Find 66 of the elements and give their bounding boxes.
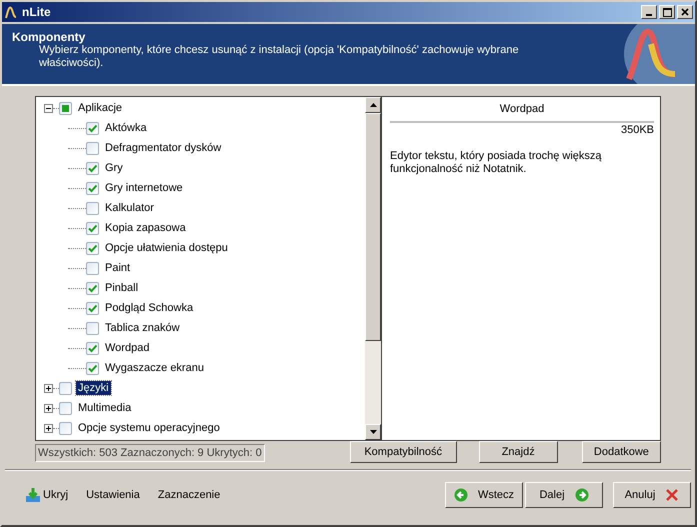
tree-item[interactable]: Defragmentator dysków [36,138,365,158]
nav-button[interactable]: Wstecz [445,482,523,508]
up-arrow-icon [370,103,376,107]
panel-button[interactable]: Znajdź [478,441,558,463]
tree-item[interactable]: Opcje systemu operacyjnego [36,418,365,438]
tree-item[interactable]: Aktówka [36,118,365,138]
expand-icon[interactable] [44,424,53,432]
expand-icon[interactable] [44,404,53,412]
header-title: Komponenty [12,30,86,44]
minimize-button[interactable] [641,5,657,19]
component-name: Wordpad [498,103,546,115]
tree-item[interactable]: Tablica znaków [36,318,365,338]
checkbox[interactable] [59,422,72,434]
checkbox[interactable] [86,122,99,134]
close-icon [665,488,680,502]
checkbox[interactable] [59,402,72,414]
tree-item[interactable]: Kalkulator [36,198,365,218]
checkbox[interactable] [86,182,99,194]
tree-item[interactable]: Wygaszacze ekranu [36,358,365,378]
tree-item[interactable]: Pinball [36,278,365,298]
tree-item[interactable]: Języki [36,378,365,398]
status-text: Wszystkich: 503 Zaznaczonych: 9 Ukrytych: 0 [35,444,265,462]
header-subtitle: Wybierz komponenty, które chcesz usunąć z instalacji (opcja 'Kompatybilność' zachowuje wybrane właściwości). [39,44,519,70]
checkbox[interactable] [86,202,99,214]
toolbar-link[interactable]: Ustawienia [86,487,140,503]
close-icon [681,8,689,16]
checkbox[interactable] [86,342,99,354]
scroll-down-button[interactable] [365,424,381,440]
checkbox[interactable] [86,282,99,294]
checkbox[interactable] [86,142,99,154]
tree-item[interactable]: Gry [36,158,365,178]
panel-button[interactable]: Kompatybilność [350,441,457,463]
checkbox[interactable] [86,362,99,374]
checkbox[interactable] [59,102,72,114]
component-description: Edytor tekstu, który posiada trochę większą funkcjonalność niż Notatnik. [390,150,603,176]
component-size: 350KB [620,124,654,136]
scroll-up-button[interactable] [365,97,381,113]
checkbox[interactable] [86,162,99,174]
window-title: nLite [22,5,52,19]
maximize-button[interactable] [659,5,675,19]
tree-item[interactable]: Wordpad [36,338,365,358]
down-arrow-icon [370,430,376,434]
nav-button[interactable]: Dalej [525,482,603,508]
tree-item[interactable]: Paint [36,258,365,278]
expand-icon[interactable] [44,384,53,392]
nav-button[interactable]: Anuluj [613,482,691,508]
tree-item[interactable]: Podgląd Schowka [36,298,365,318]
panel-button[interactable]: Dodatkowe [582,441,662,463]
toolbar-link[interactable]: Ukryj [25,487,68,503]
checkbox[interactable] [86,222,99,234]
tree-item[interactable]: Gry internetowe [36,178,365,198]
collapse-icon[interactable] [44,104,53,112]
checkbox[interactable] [86,302,99,314]
close-button[interactable] [677,5,693,19]
checkbox[interactable] [86,322,99,334]
tree-item[interactable]: Multimedia [36,398,365,418]
tree-item[interactable]: Opcje ułatwienia dostępu [36,238,365,258]
checkbox[interactable] [86,242,99,254]
tree-item[interactable]: Aplikacje [36,98,365,118]
tree-item[interactable]: Kopia zapasowa [36,218,365,238]
maximize-icon [662,8,672,16]
download-icon [25,487,41,503]
toolbar-link[interactable]: Zaznaczenie [158,487,220,503]
checkbox[interactable] [59,382,72,394]
checkbox[interactable] [86,262,99,274]
app-logo-icon [4,5,18,19]
